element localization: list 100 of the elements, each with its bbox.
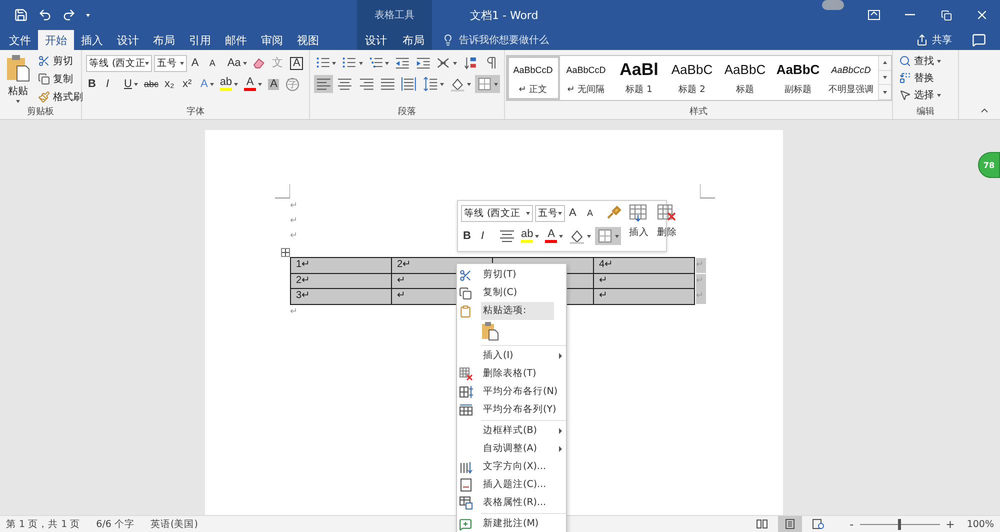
- painter-button[interactable]: 格式刷: [36, 90, 85, 104]
- menu-item[interactable]: 新建批注(M): [457, 515, 566, 532]
- window-title: 文档1 - Word: [470, 8, 538, 22]
- menu-item[interactable]: 删除表格(T): [457, 365, 566, 383]
- font-name-select[interactable]: 等线 (西文正: [461, 204, 533, 222]
- ribbon-tab[interactable]: 邮件: [218, 30, 254, 50]
- sub-button[interactable]: x₂: [162, 75, 178, 93]
- grow-button[interactable]: A: [189, 54, 206, 72]
- menu-item[interactable]: 插入题注(C)...: [457, 476, 566, 494]
- borders-button[interactable]: [595, 227, 622, 245]
- undo-button[interactable]: [38, 8, 52, 22]
- menu-item[interactable]: 插入(I): [457, 347, 566, 365]
- justify-icon: [380, 76, 396, 92]
- keep-formatting-paste-button[interactable]: [481, 320, 499, 344]
- find-button[interactable]: 查找: [897, 54, 954, 68]
- ribbon-tab[interactable]: 插入: [74, 30, 110, 50]
- font-name-select[interactable]: 等线 (西文正: [86, 54, 152, 72]
- scroll-down-button[interactable]: [878, 70, 890, 86]
- shrink-button[interactable]: A: [585, 204, 601, 222]
- italic-button[interactable]: I: [479, 227, 495, 245]
- ribbon-tab[interactable]: 布局: [146, 30, 182, 50]
- ribbon-tab[interactable]: 审阅: [254, 30, 290, 50]
- menu-item[interactable]: 自动调整(A): [457, 440, 566, 458]
- context-tab[interactable]: 设计: [358, 30, 394, 50]
- ribbon-tab[interactable]: 文件: [2, 30, 38, 50]
- copy-icon: [459, 286, 472, 300]
- cut-button[interactable]: 剪切: [36, 54, 85, 68]
- zoom-out-button[interactable]: -: [848, 518, 856, 530]
- paragraph-mark: ↵: [290, 215, 299, 228]
- highlight-button[interactable]: ab: [519, 227, 542, 245]
- delete-button[interactable]: 删除: [655, 204, 679, 248]
- replace-button[interactable]: 替换: [897, 71, 954, 85]
- spacing-icon: [422, 76, 438, 92]
- copy-icon: [38, 73, 50, 85]
- boxed-button[interactable]: A: [288, 54, 305, 72]
- distributed-button[interactable]: [399, 75, 419, 93]
- effects-button[interactable]: A: [198, 75, 216, 93]
- share-button[interactable]: 共享: [910, 30, 958, 50]
- font-size-select[interactable]: 五号: [154, 54, 188, 72]
- highlight-button[interactable]: ab: [218, 75, 240, 93]
- style-preview: AaBbCcD: [566, 64, 606, 76]
- style-name: 不明显强调: [828, 84, 874, 96]
- grow-button[interactable]: A: [567, 204, 583, 222]
- ribbon-tab[interactable]: 引用: [182, 30, 218, 50]
- select-button[interactable]: 选择: [897, 88, 954, 102]
- save-icon: [14, 8, 28, 22]
- outdent-icon: [394, 55, 410, 71]
- strike-button[interactable]: abc: [142, 75, 160, 93]
- delete-table-icon: [657, 204, 677, 222]
- menu-item[interactable]: 文字方向(X)...: [457, 458, 566, 476]
- zoom-thumb[interactable]: [898, 518, 902, 530]
- fontcolor-button[interactable]: A: [543, 227, 566, 245]
- style-name: 标题: [736, 84, 754, 96]
- minimize-icon: [905, 14, 915, 16]
- table-cell: 1↵: [291, 258, 392, 274]
- context-tab[interactable]: 布局: [395, 30, 432, 50]
- underline-button[interactable]: U: [122, 75, 140, 93]
- bold-button[interactable]: B: [86, 75, 102, 93]
- case-button[interactable]: Aa: [225, 54, 248, 72]
- ribbon-tab[interactable]: 视图: [290, 30, 326, 50]
- left-icon: [316, 76, 332, 92]
- fontcolor-button[interactable]: A: [242, 75, 264, 93]
- restore-icon: [940, 10, 952, 20]
- borders-button[interactable]: [474, 75, 500, 93]
- zoom-in-button[interactable]: +: [944, 518, 957, 530]
- customize-button[interactable]: [86, 14, 90, 16]
- paste-button[interactable]: 粘贴: [4, 54, 32, 105]
- page-count: 第 1 页，共 1 页: [6, 518, 80, 530]
- word-count: 6/6 个字: [96, 518, 134, 530]
- font-size-select[interactable]: 五号: [535, 204, 565, 222]
- copy-button[interactable]: 复制: [36, 72, 85, 86]
- group-label: 编辑: [916, 106, 936, 119]
- scissors-icon: [38, 55, 50, 67]
- menu-item[interactable]: 平均分布各列(Y): [457, 401, 566, 419]
- left-button[interactable]: [314, 75, 334, 93]
- menu-item[interactable]: 平均分布各行(N): [457, 383, 566, 401]
- save-button[interactable]: [14, 8, 28, 22]
- menu-item[interactable]: 表格属性(R)...: [457, 494, 566, 512]
- table-cell: ↵: [594, 289, 695, 304]
- more-styles-button[interactable]: [878, 85, 890, 100]
- table-move-handle[interactable]: [281, 248, 290, 257]
- italic-button[interactable]: I: [104, 75, 120, 93]
- right-icon: [358, 76, 374, 92]
- insert-button[interactable]: 插入: [627, 204, 651, 248]
- clipboard-icon: [6, 54, 30, 82]
- style-preview: AaBbCcD: [513, 64, 553, 76]
- redo-button[interactable]: [62, 8, 76, 22]
- style-preview: AaBbCcD: [831, 64, 871, 76]
- tell-me-field[interactable]: 告诉我你想要做什么: [457, 34, 577, 46]
- scroll-up-button[interactable]: [878, 56, 890, 71]
- ribbon-tab[interactable]: 设计: [110, 30, 146, 50]
- style-item[interactable]: AaBbCcD ↵ 正文: [506, 56, 560, 100]
- bold-button[interactable]: B: [461, 227, 477, 245]
- sup-button[interactable]: x²: [180, 75, 196, 93]
- print-view-button[interactable]: [778, 516, 802, 532]
- menu-item[interactable]: 边框样式(B): [457, 422, 566, 440]
- ribbon-tab[interactable]: 开始: [38, 30, 74, 50]
- shrink-button[interactable]: A: [207, 54, 224, 72]
- close-icon: [975, 8, 989, 22]
- shade-button[interactable]: A: [266, 75, 282, 93]
